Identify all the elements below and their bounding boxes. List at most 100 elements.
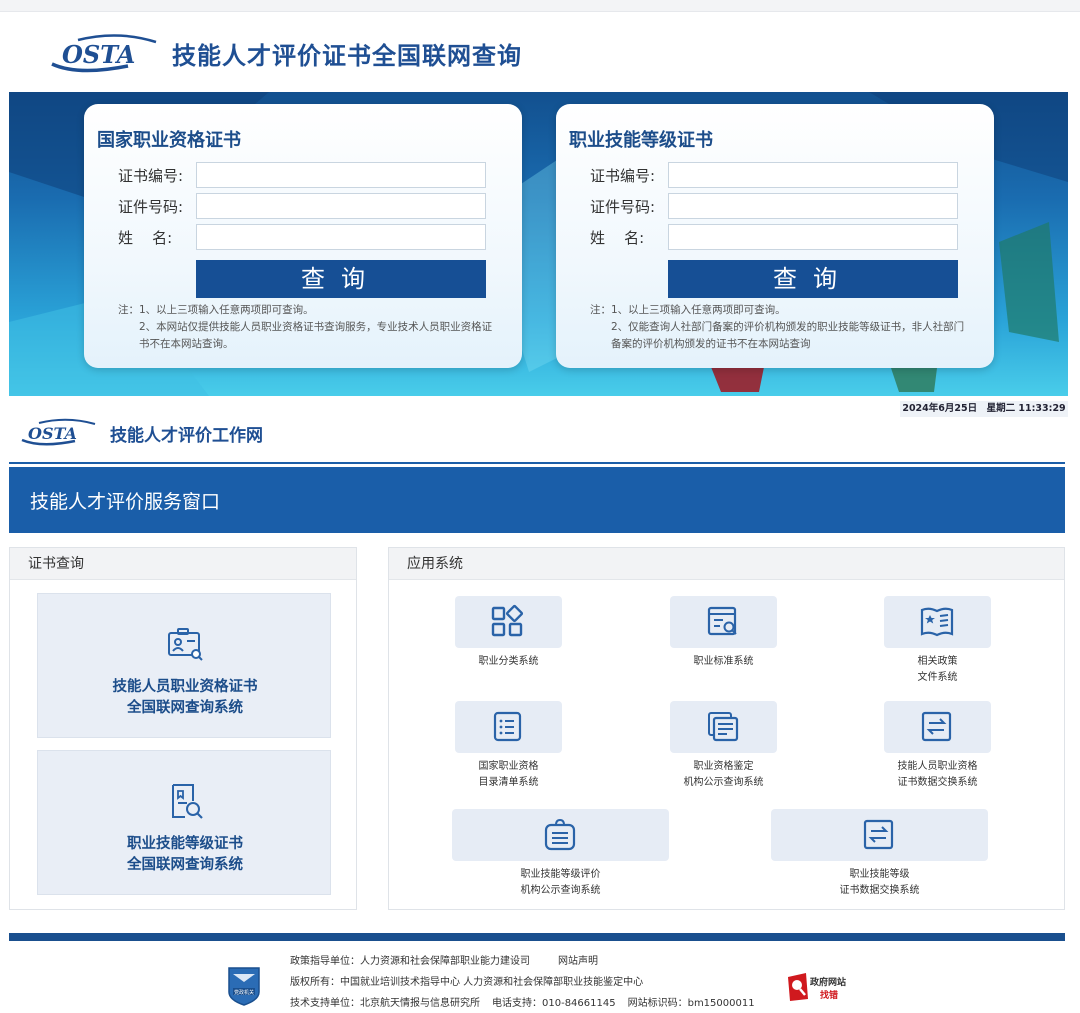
osta-logo-text: OSTA (62, 40, 135, 69)
footer-policy-unit: 政策指导单位：人力资源和社会保障部职业能力建设司 (290, 956, 530, 967)
app-qualification-institution-lookup[interactable]: 职业资格鉴定 机构公示查询系统 (670, 701, 777, 797)
tile-label-line-1: 技能人员职业资格证书 (112, 679, 258, 695)
panel-title: 证书查询 (10, 548, 356, 580)
field-label-id-no: 证件号码: (118, 198, 184, 216)
exchange-icon (921, 711, 952, 742)
stacked-docs-icon (708, 712, 739, 742)
osta-logo-small-text: OSTA (28, 424, 77, 443)
app-national-qualification-list[interactable]: 国家职业资格 目录清单系统 (455, 701, 562, 797)
skill-level-cert-query-tile[interactable]: 职业技能等级证书 全国联网查询系统 (37, 750, 331, 895)
app-label: 国家职业资格 目录清单系统 (455, 759, 562, 791)
document-search-icon (707, 606, 737, 636)
field-label-cert-no: 证书编号: (118, 167, 184, 185)
query-button[interactable]: 查询 (196, 260, 486, 298)
card-title: 职业技能等级证书 (569, 130, 713, 151)
policy-book-icon (920, 607, 954, 637)
tile-label: 职业技能等级证书 全国联网查询系统 (38, 834, 332, 876)
app-occupation-classification[interactable]: 职业分类系统 (455, 596, 562, 692)
app-label-line-2: 目录清单系统 (478, 777, 539, 788)
footer-phone: 电话支持：010-84661145 (492, 998, 616, 1009)
cert-query-panel: 证书查询 技能人员职业资格证书 全国联网查询系统 职业技能等级证书 全国联网查询… (9, 547, 357, 910)
app-skill-level-institution-lookup[interactable]: 职业技能等级评价 机构公示查询系统 (452, 809, 669, 905)
id-number-input[interactable] (196, 193, 486, 219)
app-label-line-1: 职业技能等级 (849, 869, 910, 880)
field-label-name: 姓 名: (590, 229, 645, 247)
skill-level-cert-card: 职业技能等级证书 证书编号: 证件号码: 姓 名: 查询 注：1、以上三项输入任… (556, 104, 994, 368)
hero-banner: 国家职业资格证书 证书编号: 证件号码: 姓 名: 查询 注：1、以上三项输入任… (9, 92, 1068, 396)
query-button[interactable]: 查询 (668, 260, 958, 298)
app-systems-panel: 应用系统 职业分类系统 职业标准系统 相关政策 文件系统 国家职业资格 目录清单… (388, 547, 1065, 910)
list-icon (493, 711, 522, 742)
browser-top-strip (0, 0, 1080, 12)
app-label-line-2: 证书数据交换系统 (839, 885, 920, 896)
header-divider (9, 462, 1065, 464)
site-title: 技能人才评价证书全国联网查询 (172, 42, 522, 70)
app-label-line-2: 机构公示查询系统 (520, 885, 601, 896)
osta-logo: OSTA (51, 34, 157, 73)
app-label-line-1: 职业分类系统 (478, 656, 539, 667)
panel-title: 应用系统 (389, 548, 1064, 580)
cert-number-input[interactable] (668, 162, 958, 188)
app-label: 职业分类系统 (455, 654, 562, 670)
badge-left-text: 党政机关 (234, 989, 254, 996)
field-label-name: 姓 名: (118, 229, 173, 247)
card-title: 国家职业资格证书 (97, 130, 241, 151)
service-window-title: 技能人才评价服务窗口 (30, 491, 221, 513)
service-window-bar: 技能人才评价服务窗口 (9, 467, 1065, 533)
find-error-label: 找错 (820, 991, 839, 1001)
app-label: 技能人员职业资格 证书数据交换系统 (884, 759, 991, 791)
exchange-icon (863, 819, 894, 850)
qualification-cert-card: 国家职业资格证书 证书编号: 证件号码: 姓 名: 查询 注：1、以上三项输入任… (84, 104, 522, 368)
tile-label-line-1: 职业技能等级证书 (127, 836, 243, 852)
tile-label: 技能人员职业资格证书 全国联网查询系统 (38, 677, 332, 719)
note-line-1: 注：1、以上三项输入任意两项即可查询。 (590, 304, 786, 316)
institution-icon (544, 818, 576, 851)
name-input[interactable] (196, 224, 486, 250)
footer-divider (9, 933, 1065, 941)
app-label: 职业标准系统 (670, 654, 777, 670)
field-label-id-no: 证件号码: (590, 198, 656, 216)
app-skill-level-data-exchange[interactable]: 职业技能等级 证书数据交换系统 (771, 809, 988, 905)
note-line-2: 2、仅能查询人社部门备案的评价机构颁发的职业技能等级证书，非人社部门备案的评价机… (611, 321, 965, 350)
page: OSTA 技能人才评价证书全国联网查询 国家职业资格证书 证书编号: 证件号码:… (0, 0, 1080, 1013)
id-card-search-icon (168, 628, 203, 661)
app-label: 职业资格鉴定 机构公示查询系统 (670, 759, 777, 791)
card-note: 注：1、以上三项输入任意两项即可查询。 2、本网站仅提供技能人员职业资格证书查询… (118, 302, 493, 353)
cert-number-input[interactable] (196, 162, 486, 188)
app-label-line-1: 职业标准系统 (693, 656, 754, 667)
card-note: 注：1、以上三项输入任意两项即可查询。 2、仅能查询人社部门备案的评价机构颁发的… (590, 302, 965, 353)
app-skilled-personnel-data-exchange[interactable]: 技能人员职业资格 证书数据交换系统 (884, 701, 991, 797)
qualification-cert-query-tile[interactable]: 技能人员职业资格证书 全国联网查询系统 (37, 593, 331, 738)
magnifier-badge-icon (788, 973, 808, 1001)
footer-line-1: 政策指导单位：人力资源和社会保障部职业能力建设司 网站声明 (290, 952, 626, 967)
app-label: 职业技能等级评价 机构公示查询系统 (452, 867, 669, 899)
gov-site-label: 政府网站 (810, 978, 847, 988)
footer-tech-support: 技术支持单位：北京航天情报与信息研究所 (290, 998, 480, 1009)
app-related-policy[interactable]: 相关政策 文件系统 (884, 596, 991, 692)
app-label: 职业技能等级 证书数据交换系统 (771, 867, 988, 899)
name-input[interactable] (668, 224, 958, 250)
work-network-title: 技能人才评价工作网 (110, 426, 263, 446)
note-line-2: 2、本网站仅提供技能人员职业资格证书查询服务，专业技术人员职业资格证书不在本网站… (139, 321, 493, 350)
app-label-line-1: 职业资格鉴定 (693, 761, 754, 772)
app-label-line-2: 证书数据交换系统 (897, 777, 978, 788)
certificate-search-icon (172, 784, 203, 819)
app-label-line-1: 职业技能等级评价 (520, 869, 601, 880)
site-statement-link[interactable]: 网站声明 (558, 956, 598, 967)
app-label-line-2: 文件系统 (917, 672, 958, 683)
footer-site-id: 网站标识码：bm15000011 (627, 998, 755, 1009)
gov-site-find-error-badge[interactable]: 政府网站 找错 (786, 973, 866, 1001)
app-label: 相关政策 文件系统 (884, 654, 991, 686)
tile-label-line-2: 全国联网查询系统 (127, 857, 243, 873)
grid-diamond-icon (491, 604, 524, 637)
id-number-input[interactable] (668, 193, 958, 219)
datetime-display: 2024年6月25日 星期二 11:33:29 (900, 401, 1068, 417)
app-label-line-1: 相关政策 (917, 656, 958, 667)
app-occupation-standards[interactable]: 职业标准系统 (670, 596, 777, 692)
field-label-cert-no: 证书编号: (590, 167, 656, 185)
note-line-1: 注：1、以上三项输入任意两项即可查询。 (118, 304, 314, 316)
footer-copyright: 版权所有：中国就业培训技术指导中心 人力资源和社会保障部职业技能鉴定中心 (290, 977, 644, 988)
tile-label-line-2: 全国联网查询系统 (127, 700, 243, 716)
footer-line-3: 技术支持单位：北京航天情报与信息研究所 电话支持：010-84661145 网站标识… (290, 994, 783, 1009)
party-government-badge-icon[interactable]: 党政机关 (227, 966, 261, 1006)
